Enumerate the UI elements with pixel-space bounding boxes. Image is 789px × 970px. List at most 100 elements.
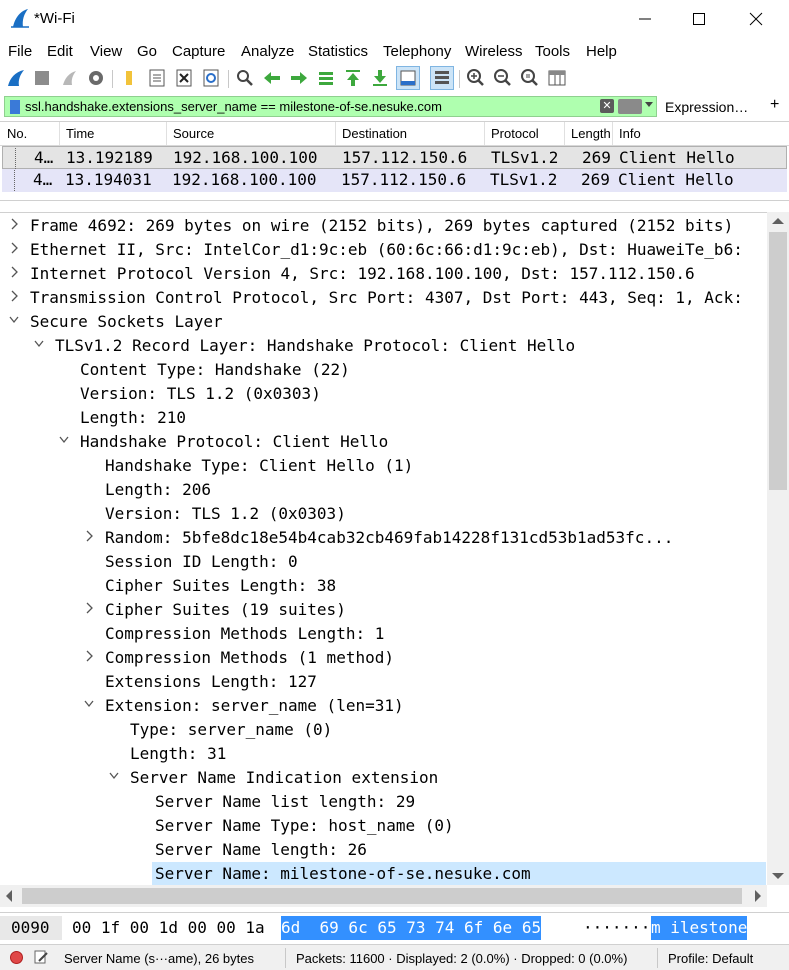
menu-file[interactable]: File <box>8 43 32 60</box>
detail-tree-item[interactable]: Random: 5bfe8dc18e54b4cab32cb469fab14228… <box>0 526 766 550</box>
detail-tree-item[interactable]: Server Name list length: 29 <box>0 790 766 814</box>
column-header-source[interactable]: Source <box>173 126 214 141</box>
column-divider[interactable] <box>59 122 60 145</box>
detail-tree-item[interactable]: Handshake Type: Client Hello (1) <box>0 454 766 478</box>
close-file-icon[interactable] <box>173 67 195 89</box>
detail-tree-item[interactable]: Length: 31 <box>0 742 766 766</box>
scrollbar-thumb[interactable] <box>22 888 742 904</box>
shark-fin-icon[interactable] <box>5 67 27 89</box>
column-header-no[interactable]: No. <box>7 126 27 141</box>
packet-row[interactable]: 4… 13.192189 192.168.100.100 157.112.150… <box>2 146 787 169</box>
detail-tree-item[interactable]: Content Type: Handshake (22) <box>0 358 766 382</box>
detail-tree-item[interactable]: Server Name Indication extension <box>0 766 766 790</box>
first-packet-icon[interactable] <box>342 67 364 89</box>
bytes-hex[interactable]: 00 1f 00 1d 00 00 1a <box>72 918 265 937</box>
menu-help[interactable]: Help <box>586 43 617 60</box>
scroll-down-icon[interactable] <box>772 873 784 879</box>
detail-tree-item[interactable]: Version: TLS 1.2 (0x0303) <box>0 502 766 526</box>
expert-info-icon[interactable] <box>10 951 23 964</box>
detail-tree-item[interactable]: Length: 210 <box>0 406 766 430</box>
status-profile[interactable]: Profile: Default <box>668 951 753 966</box>
expression-button[interactable]: Expression… <box>665 99 748 115</box>
menu-view[interactable]: View <box>90 43 122 60</box>
status-divider[interactable] <box>657 948 658 968</box>
chevron-right-icon[interactable] <box>9 241 19 255</box>
column-header-info[interactable]: Info <box>619 126 641 141</box>
column-header-destination[interactable]: Destination <box>342 126 407 141</box>
column-divider[interactable] <box>166 122 167 145</box>
menu-tools[interactable]: Tools <box>535 43 570 60</box>
detail-tree-item[interactable]: Extension: server_name (len=31) <box>0 694 766 718</box>
chevron-right-icon[interactable] <box>84 649 94 663</box>
options-gear-icon[interactable] <box>85 67 107 89</box>
detail-tree-item[interactable]: Compression Methods Length: 1 <box>0 622 766 646</box>
reload-icon[interactable] <box>200 67 222 89</box>
detail-tree-item[interactable]: Server Name: milestone-of-se.nesuke.com <box>152 862 766 886</box>
zoom-normal-icon[interactable] <box>519 67 541 89</box>
resize-columns-icon[interactable] <box>546 67 568 89</box>
bytes-hex-selected[interactable]: 6d 69 6c 65 73 74 6f 6e 65 <box>281 916 542 940</box>
detail-tree-item[interactable]: Server Name Type: host_name (0) <box>0 814 766 838</box>
menu-go[interactable]: Go <box>137 43 157 60</box>
scrollbar-thumb[interactable] <box>769 232 787 490</box>
detail-tree-item[interactable]: Secure Sockets Layer <box>0 310 766 334</box>
detail-tree-item[interactable]: Version: TLS 1.2 (0x0303) <box>0 382 766 406</box>
column-divider[interactable] <box>484 122 485 145</box>
forward-arrow-icon[interactable] <box>288 67 310 89</box>
colorize-icon[interactable] <box>430 66 454 90</box>
detail-tree-item[interactable]: Frame 4692: 269 bytes on wire (2152 bits… <box>0 214 766 238</box>
details-horizontal-scrollbar[interactable] <box>0 885 767 907</box>
detail-tree-item[interactable]: TLSv1.2 Record Layer: Handshake Protocol… <box>0 334 766 358</box>
close-button[interactable] <box>736 6 776 32</box>
detail-tree-item[interactable]: Server Name length: 26 <box>0 838 766 862</box>
last-packet-icon[interactable] <box>369 67 391 89</box>
chevron-down-icon[interactable] <box>109 769 119 783</box>
details-vertical-scrollbar[interactable] <box>767 212 789 885</box>
detail-tree-item[interactable]: Extensions Length: 127 <box>0 670 766 694</box>
display-filter-input[interactable]: ssl.handshake.extensions_server_name == … <box>4 96 657 117</box>
status-divider[interactable] <box>285 948 286 968</box>
chevron-down-icon[interactable] <box>9 313 19 327</box>
column-header-time[interactable]: Time <box>66 126 94 141</box>
scroll-right-icon[interactable] <box>755 890 761 902</box>
find-icon[interactable] <box>234 67 256 89</box>
detail-tree-item[interactable]: Ethernet II, Src: IntelCor_d1:9c:eb (60:… <box>0 238 766 262</box>
goto-packet-icon[interactable] <box>315 67 337 89</box>
menu-capture[interactable]: Capture <box>172 43 225 60</box>
scroll-left-icon[interactable] <box>6 890 12 902</box>
column-header-protocol[interactable]: Protocol <box>491 126 539 141</box>
chevron-right-icon[interactable] <box>9 217 19 231</box>
chevron-down-icon[interactable] <box>84 697 94 711</box>
detail-tree-item[interactable]: Cipher Suites Length: 38 <box>0 574 766 598</box>
menu-telephony[interactable]: Telephony <box>383 43 451 60</box>
detail-tree-item[interactable]: Type: server_name (0) <box>0 718 766 742</box>
menu-edit[interactable]: Edit <box>47 43 73 60</box>
restart-icon[interactable] <box>58 67 80 89</box>
column-divider[interactable] <box>564 122 565 145</box>
autoscroll-icon[interactable] <box>396 66 420 90</box>
save-file-icon[interactable] <box>146 67 168 89</box>
column-header-length[interactable]: Length <box>571 126 611 141</box>
zoom-in-icon[interactable] <box>465 67 487 89</box>
scroll-up-icon[interactable] <box>772 218 784 224</box>
menu-analyze[interactable]: Analyze <box>241 43 294 60</box>
back-arrow-icon[interactable] <box>261 67 283 89</box>
detail-tree-item[interactable]: Cipher Suites (19 suites) <box>0 598 766 622</box>
apply-filter-icon[interactable] <box>618 99 642 114</box>
menu-statistics[interactable]: Statistics <box>308 43 368 60</box>
detail-tree-item[interactable]: Internet Protocol Version 4, Src: 192.16… <box>0 262 766 286</box>
display-filter-text[interactable]: ssl.handshake.extensions_server_name == … <box>25 99 442 114</box>
detail-tree-item[interactable]: Transmission Control Protocol, Src Port:… <box>0 286 766 310</box>
minimize-button[interactable] <box>625 6 665 32</box>
add-filter-button[interactable]: + <box>770 96 779 114</box>
chevron-right-icon[interactable] <box>84 529 94 543</box>
detail-tree-item[interactable]: Session ID Length: 0 <box>0 550 766 574</box>
chevron-right-icon[interactable] <box>9 289 19 303</box>
chevron-right-icon[interactable] <box>84 601 94 615</box>
column-divider[interactable] <box>612 122 613 145</box>
chevron-down-icon[interactable] <box>59 433 69 447</box>
zoom-out-icon[interactable] <box>492 67 514 89</box>
bytes-ascii-selected[interactable]: m ilestone <box>651 916 748 940</box>
clear-filter-icon[interactable]: ✕ <box>600 99 614 113</box>
menu-wireless[interactable]: Wireless <box>465 43 523 60</box>
